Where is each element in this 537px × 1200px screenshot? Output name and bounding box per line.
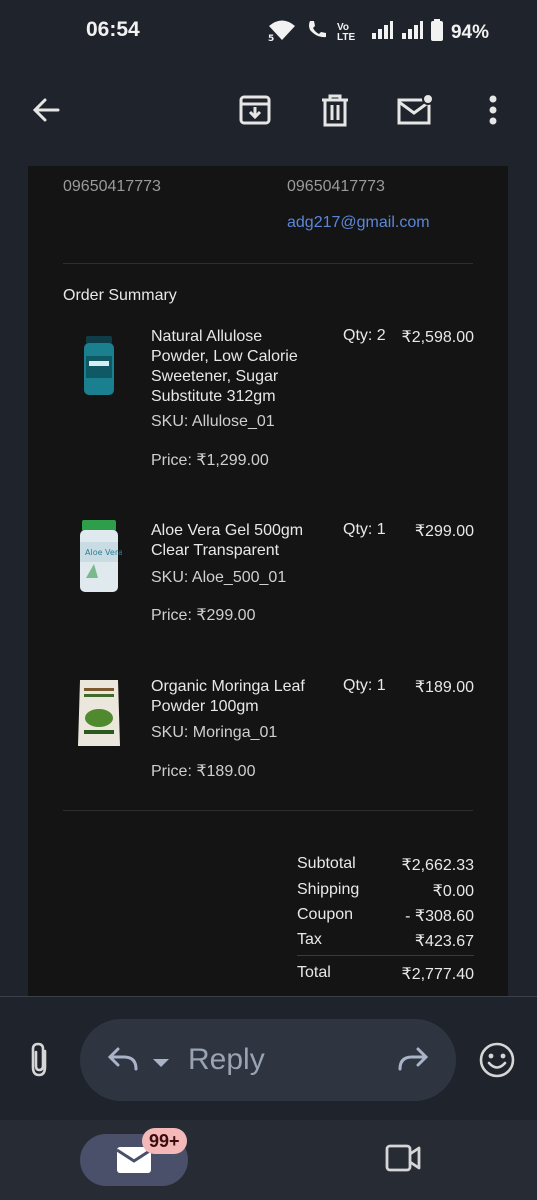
shipping-value: ₹0.00	[432, 883, 474, 900]
reply-label: Reply	[188, 1043, 265, 1076]
total-value: ₹2,777.40	[401, 966, 474, 983]
product-amount: ₹299.00	[414, 523, 474, 540]
product-sku: SKU: Allulose_01	[151, 413, 275, 430]
wifi-icon: 5	[267, 18, 297, 48]
subtotal-value: ₹2,662.33	[401, 857, 474, 874]
divider	[63, 810, 473, 811]
reply-bar: Reply	[0, 996, 537, 1120]
battery-percent: 94%	[450, 22, 489, 43]
emoji-icon	[478, 1042, 516, 1083]
delete-button[interactable]	[313, 90, 357, 134]
reply-arrow-icon	[106, 1045, 138, 1078]
video-camera-icon	[385, 1144, 421, 1178]
nav-meet-tab[interactable]	[385, 1142, 421, 1179]
order-summary-title: Order Summary	[63, 287, 177, 304]
totals-divider	[297, 955, 474, 956]
emoji-button[interactable]	[478, 1041, 516, 1084]
reply-options-dropdown[interactable]	[152, 1055, 170, 1073]
product-name: Natural Allulose Powder, Low Calorie Swe…	[151, 328, 298, 405]
contact-email-link[interactable]: adg217@gmail.com	[287, 214, 430, 232]
product-sku: SKU: Moringa_01	[151, 724, 278, 741]
volte-icon: Vo LTE	[336, 22, 356, 43]
forward-button[interactable]	[398, 1045, 430, 1078]
status-time: 06:54	[86, 18, 140, 41]
tax-value: ₹423.67	[414, 933, 474, 950]
order-email-card: 09650417773 09650417773 adg217@gmail.com…	[28, 166, 508, 996]
signal-icon-1	[371, 20, 393, 46]
battery-icon	[430, 19, 443, 47]
product-amount: ₹2,598.00	[401, 329, 474, 346]
status-icons: 5 Vo LTE 94%	[267, 18, 489, 48]
archive-icon	[238, 93, 272, 132]
reply-button[interactable]: Reply	[80, 1019, 456, 1101]
product-image-moringa	[76, 674, 122, 750]
back-arrow-icon	[30, 94, 62, 131]
product-price: Price: ₹1,299.00	[151, 452, 269, 469]
shipping-label: Shipping	[297, 881, 360, 898]
paperclip-icon	[24, 1042, 54, 1083]
more-vert-icon	[488, 94, 498, 131]
product-qty: Qty: 2	[343, 327, 386, 344]
email-body: 09650417773 09650417773 adg217@gmail.com…	[0, 166, 537, 996]
coupon-label: Coupon	[297, 906, 354, 923]
top-app-bar	[0, 62, 537, 166]
divider	[63, 263, 473, 264]
status-bar: 06:54 5 Vo LTE 94%	[0, 0, 537, 62]
product-name: Organic Moringa Leaf Powder 100gm	[151, 678, 305, 715]
attach-button[interactable]	[24, 1041, 54, 1084]
subtotal-label: Subtotal	[297, 855, 356, 872]
product-sku: SKU: Aloe_500_01	[151, 569, 287, 586]
product-amount: ₹189.00	[414, 679, 474, 696]
svg-text:5: 5	[268, 34, 274, 42]
mark-unread-button[interactable]	[394, 90, 438, 134]
tax-label: Tax	[297, 931, 322, 948]
product-name: Aloe Vera Gel 500gm Clear Transparent	[151, 522, 304, 559]
chevron-down-icon	[152, 1055, 170, 1072]
more-options-button[interactable]	[471, 90, 515, 134]
contact-left-phone: 09650417773	[63, 178, 161, 195]
product-price: Price: ₹189.00	[151, 763, 256, 780]
unread-count-badge: 99+	[142, 1128, 187, 1154]
coupon-value: - ₹308.60	[405, 908, 474, 925]
signal-icon-2	[401, 20, 423, 46]
bottom-navigation: 99+	[0, 1120, 537, 1200]
contact-right-phone: 09650417773	[287, 178, 385, 195]
product-qty: Qty: 1	[343, 521, 386, 538]
call-icon	[305, 18, 329, 48]
archive-button[interactable]	[233, 90, 277, 134]
product-price: Price: ₹299.00	[151, 607, 256, 624]
svg-text:Aloe Vera: Aloe Vera	[85, 548, 122, 557]
mark-unread-icon	[397, 92, 435, 132]
total-label: Total	[297, 964, 331, 981]
forward-arrow-icon	[398, 1047, 430, 1077]
product-qty: Qty: 1	[343, 677, 386, 694]
product-image-allulose	[76, 332, 122, 398]
delete-icon	[319, 93, 351, 132]
product-image-aloe-vera: Aloe Vera	[76, 518, 123, 594]
back-button[interactable]	[24, 90, 68, 134]
